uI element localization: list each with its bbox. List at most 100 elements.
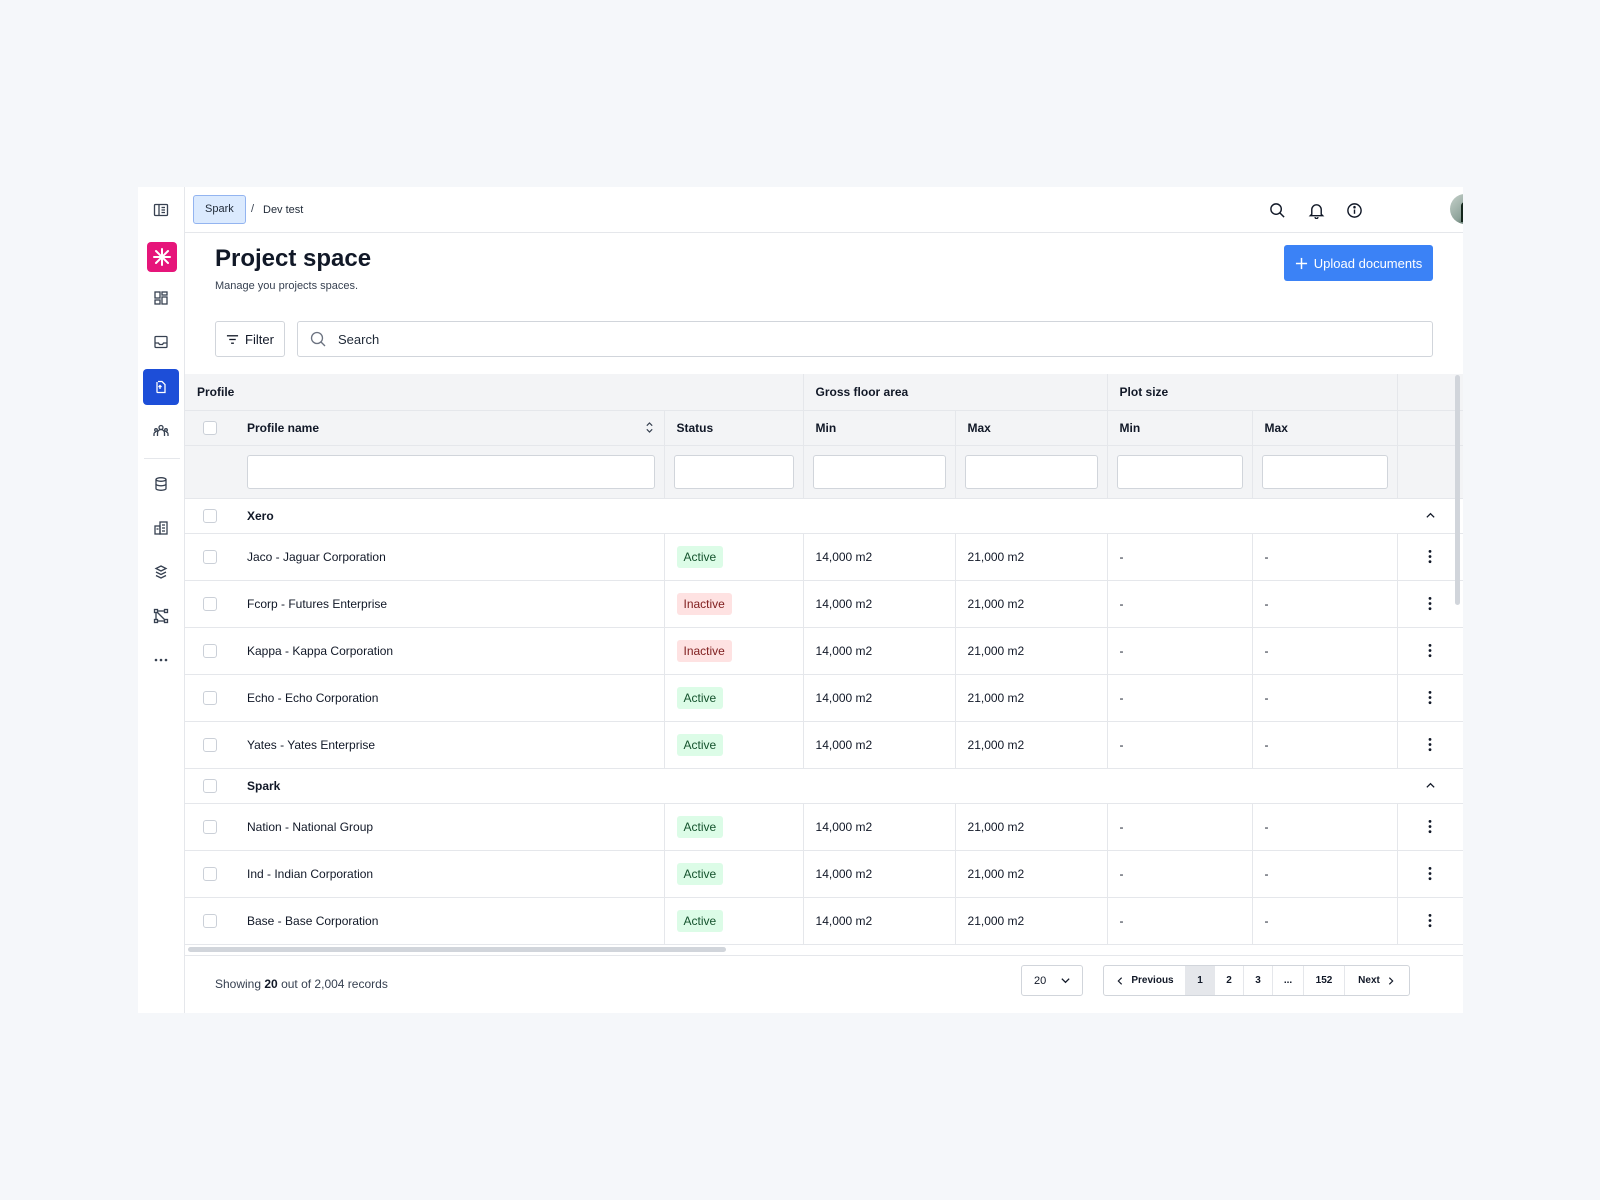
more-vertical-icon[interactable] — [1398, 690, 1463, 705]
plot-max-cell: - — [1252, 897, 1398, 945]
breadcrumb-current[interactable]: Dev test — [263, 204, 303, 216]
more-vertical-icon[interactable] — [1398, 737, 1463, 752]
page-button-1[interactable]: 1 — [1186, 966, 1215, 995]
per-page-select[interactable]: 20 — [1021, 965, 1083, 996]
section-checkbox[interactable] — [203, 778, 217, 793]
more-vertical-icon[interactable] — [1398, 643, 1463, 658]
plot-max-cell: - — [1252, 850, 1398, 898]
gfa-min-cell: 14,000 m2 — [803, 533, 956, 581]
search-field[interactable] — [297, 321, 1433, 357]
table-row[interactable]: Fcorp - Futures Enterprise Inactive 14,000… — [185, 580, 1463, 628]
workflow-icon[interactable] — [143, 598, 179, 634]
table-row[interactable]: Nation - National Group Active 14,000 m2 21… — [185, 803, 1463, 851]
filter-button[interactable]: Filter — [215, 321, 285, 357]
filter-cell-gfa-min — [803, 445, 956, 499]
layers-icon[interactable] — [143, 554, 179, 590]
status-cell: Active — [664, 533, 804, 581]
select-all-checkbox[interactable] — [203, 420, 217, 435]
buildings-icon[interactable] — [143, 510, 179, 546]
gfa-max-filter-input[interactable] — [964, 454, 1098, 489]
column-header-plot-max[interactable]: Max — [1252, 410, 1398, 446]
horizontal-scrollbar[interactable] — [188, 947, 726, 952]
page-button-last[interactable]: 152 — [1304, 966, 1345, 995]
upload-documents-button[interactable]: Upload documents — [1284, 245, 1433, 281]
row-checkbox[interactable] — [203, 690, 217, 705]
documents-icon[interactable] — [143, 369, 179, 405]
section-row[interactable]: Spark — [185, 768, 1463, 804]
status-filter-input[interactable] — [673, 454, 794, 489]
column-group-row: Profile Gross floor area Plot size — [185, 374, 1463, 411]
sidebar-toggle-icon[interactable] — [143, 192, 179, 228]
vertical-scrollbar[interactable] — [1455, 375, 1460, 605]
table-row[interactable]: Ind - Indian Corporation Active 14,000 m2 2… — [185, 850, 1463, 898]
chevron-right-icon — [1388, 976, 1394, 985]
inbox-icon[interactable] — [143, 324, 179, 360]
search-input[interactable] — [338, 322, 1418, 356]
page-button-3[interactable]: 3 — [1244, 966, 1273, 995]
plot-max-cell: - — [1252, 674, 1398, 722]
column-header-status[interactable]: Status — [664, 410, 804, 446]
status-badge: Active — [676, 545, 724, 568]
row-checkbox[interactable] — [203, 913, 217, 928]
page-button-2[interactable]: 2 — [1215, 966, 1244, 995]
profile-name-cell: Nation - National Group — [235, 803, 665, 851]
row-actions-cell — [1397, 627, 1463, 675]
bell-icon[interactable] — [1305, 199, 1327, 221]
gfa-max-cell: 21,000 m2 — [955, 897, 1108, 945]
gfa-min-filter-input[interactable] — [812, 454, 946, 489]
chevron-up-icon[interactable] — [1397, 780, 1463, 791]
table-row[interactable]: Jaco - Jaguar Corporation Active 14,000 m2… — [185, 533, 1463, 581]
dashboard-icon[interactable] — [143, 280, 179, 316]
chevron-down-icon — [1061, 978, 1070, 984]
row-checkbox[interactable] — [203, 549, 217, 564]
column-header-gfa-max[interactable]: Max — [955, 410, 1108, 446]
page-ellipsis: ... — [1273, 966, 1304, 995]
breadcrumb-org[interactable]: Spark — [193, 195, 246, 224]
plot-max-filter-input[interactable] — [1261, 454, 1388, 489]
table-row[interactable]: Echo - Echo Corporation Active 14,000 m2 21… — [185, 674, 1463, 722]
column-header-gfa-min[interactable]: Min — [803, 410, 956, 446]
page-subtitle: Manage you projects spaces. — [215, 280, 359, 292]
table-row[interactable]: Base - Base Corporation Active 14,000 m2 21… — [185, 897, 1463, 945]
more-vertical-icon[interactable] — [1398, 549, 1463, 564]
row-checkbox[interactable] — [203, 643, 217, 658]
chevron-up-icon[interactable] — [1397, 510, 1463, 521]
table-row[interactable]: Yates - Yates Enterprise Active 14,000 m2 2… — [185, 721, 1463, 769]
more-vertical-icon[interactable] — [1398, 596, 1463, 611]
profile-name-filter-input[interactable] — [247, 454, 655, 489]
next-page-button[interactable]: Next — [1345, 966, 1409, 995]
more-vertical-icon[interactable] — [1398, 913, 1463, 928]
app-logo-icon[interactable] — [147, 242, 177, 272]
plot-min-filter-input[interactable] — [1116, 454, 1243, 489]
row-checkbox[interactable] — [203, 596, 217, 611]
profile-name-cell: Yates - Yates Enterprise — [235, 721, 665, 769]
column-header-profile-name[interactable]: Profile name — [235, 410, 665, 446]
row-checkbox-cell — [185, 721, 235, 769]
section-name: Spark — [235, 768, 1398, 804]
more-vertical-icon[interactable] — [1398, 819, 1463, 834]
profiles-table: Profile Gross floor area Plot size Profi… — [185, 374, 1463, 968]
users-icon[interactable] — [143, 413, 179, 449]
gfa-min-cell: 14,000 m2 — [803, 721, 956, 769]
gfa-max-cell: 21,000 m2 — [955, 674, 1108, 722]
row-checkbox[interactable] — [203, 866, 217, 881]
status-cell: Active — [664, 897, 804, 945]
table-row[interactable]: Kappa - Kappa Corporation Inactive 14,000 … — [185, 627, 1463, 675]
more-vertical-icon[interactable] — [1398, 866, 1463, 881]
plot-max-cell: - — [1252, 803, 1398, 851]
user-avatar[interactable] — [1450, 194, 1463, 224]
row-checkbox[interactable] — [203, 819, 217, 834]
search-icon[interactable] — [1266, 199, 1288, 221]
sort-icon[interactable] — [645, 421, 654, 434]
more-icon[interactable] — [143, 642, 179, 678]
database-icon[interactable] — [143, 466, 179, 502]
section-row[interactable]: Xero — [185, 498, 1463, 534]
info-icon[interactable] — [1343, 199, 1365, 221]
column-header-plot-min[interactable]: Min — [1107, 410, 1253, 446]
nav-rail — [138, 187, 185, 1013]
plot-min-cell: - — [1107, 850, 1253, 898]
row-checkbox[interactable] — [203, 737, 217, 752]
section-checkbox[interactable] — [203, 508, 217, 523]
plot-min-cell: - — [1107, 897, 1253, 945]
previous-page-button[interactable]: Previous — [1104, 966, 1186, 995]
